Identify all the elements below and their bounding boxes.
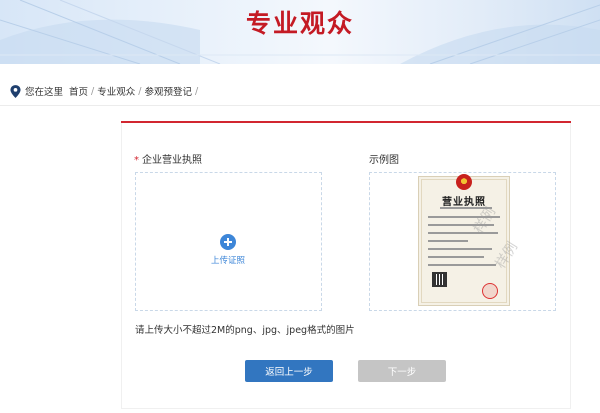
national-emblem-icon <box>456 174 472 190</box>
upload-label[interactable]: 上传证照 <box>200 254 256 266</box>
license-text-line <box>428 264 496 266</box>
breadcrumb: 您在这里 首页 / 专业观众 / 参观预登记 / <box>10 83 201 99</box>
breadcrumb-pre-registration: 参观预登记 <box>144 87 192 98</box>
breadcrumb-separator: / <box>194 85 199 97</box>
breadcrumb-prefix: 您在这里 <box>25 87 64 98</box>
breadcrumb-separator: / <box>91 85 95 97</box>
breadcrumb-divider <box>0 105 600 106</box>
breadcrumb-professional-visitors[interactable]: 专业观众 <box>97 84 135 98</box>
upload-hint: 请上传大小不超过2M的png、jpg、jpeg格式的图片 <box>135 325 355 336</box>
official-seal-icon <box>482 283 498 299</box>
example-image-label: 示例图 <box>369 155 399 166</box>
required-mark: * <box>134 155 139 166</box>
form-card-accent-line <box>121 121 571 123</box>
license-text-line <box>428 240 468 242</box>
business-license-label-text: 企业营业执照 <box>142 155 202 166</box>
license-text-line <box>428 256 484 258</box>
breadcrumb-separator: / <box>138 85 142 97</box>
location-pin-icon <box>10 84 21 98</box>
business-license-label: * 企业营业执照 <box>134 151 202 166</box>
breadcrumb-home[interactable]: 首页 <box>69 84 88 98</box>
license-title: 营业执照 <box>442 197 486 208</box>
header-banner: 专业观众 <box>0 0 600 64</box>
upload-plus-icon[interactable] <box>220 234 236 250</box>
license-text-line <box>428 248 492 250</box>
qr-code-icon <box>432 272 447 287</box>
back-button[interactable]: 返回上一步 <box>245 360 333 382</box>
next-button[interactable]: 下一步 <box>358 360 446 382</box>
page-banner-title: 专业观众 <box>245 9 354 38</box>
